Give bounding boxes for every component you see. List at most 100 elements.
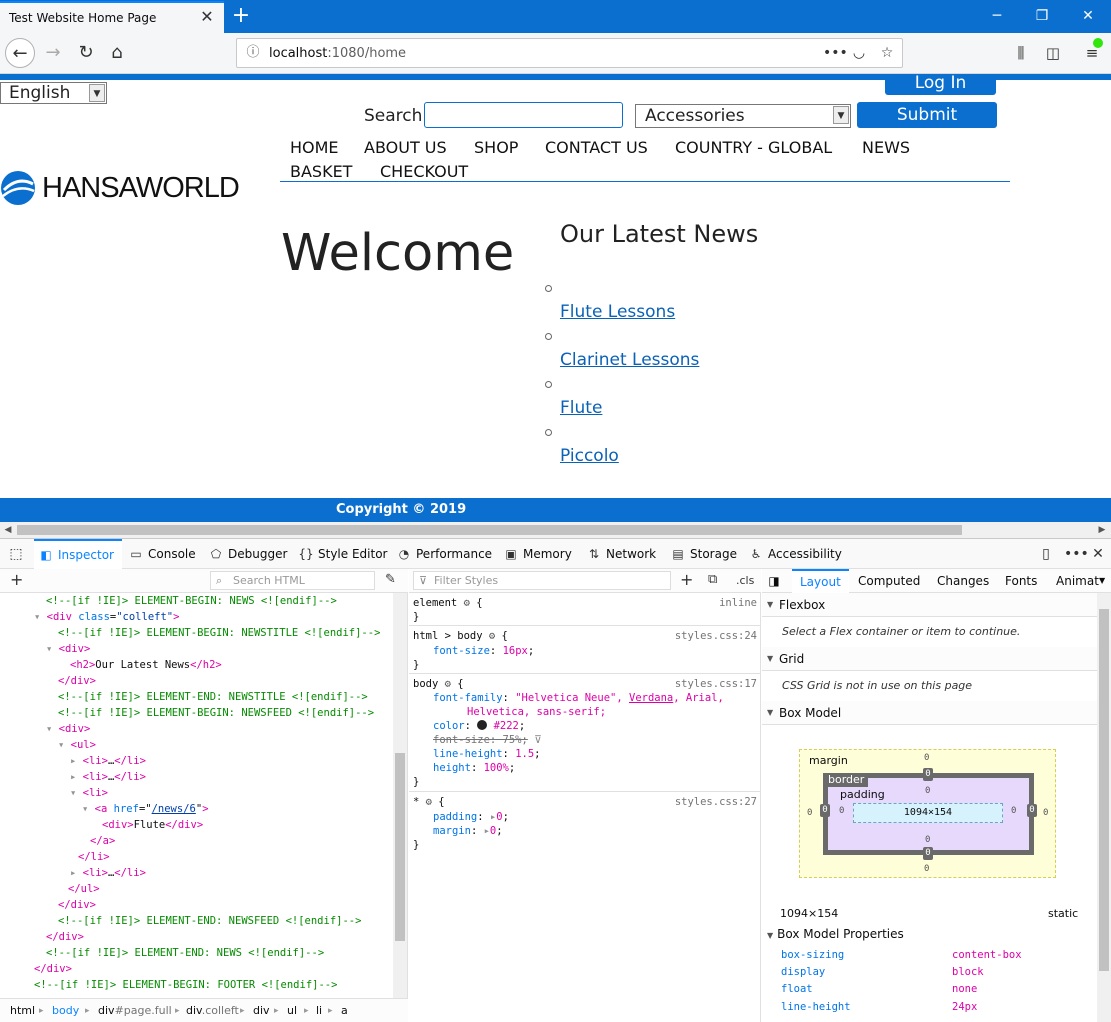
tab-animations[interactable]: Animat bbox=[1056, 569, 1099, 593]
breadcrumb-li[interactable]: li bbox=[316, 999, 322, 1022]
login-button[interactable]: Log In bbox=[885, 74, 996, 95]
layout-scrollbar[interactable] bbox=[1097, 593, 1111, 1022]
border-left-value[interactable]: 0 bbox=[820, 804, 830, 817]
markup-node[interactable]: </div> bbox=[46, 929, 84, 945]
border-bottom-value[interactable]: 0 bbox=[923, 847, 933, 860]
hansaworld-logo[interactable]: HANSAWORLD bbox=[0, 170, 260, 210]
rule-source-link[interactable]: styles.css:27 bbox=[675, 796, 757, 808]
bookmark-star-icon[interactable]: ☆ bbox=[878, 44, 896, 62]
markup-comment[interactable]: <!--[if !IE]> ELEMENT-END: NEWS <![endif… bbox=[46, 945, 324, 961]
category-select[interactable]: Accessories ▼ bbox=[635, 104, 851, 128]
toggle-sidebar-icon[interactable]: ◨ bbox=[762, 569, 786, 593]
declaration[interactable]: height: 100%; bbox=[433, 762, 515, 774]
forward-icon[interactable]: → bbox=[38, 38, 68, 68]
markup-comment[interactable]: <!--[if !IE]> ELEMENT-BEGIN: NEWSFEED <!… bbox=[58, 705, 374, 721]
reload-icon[interactable]: ↻ bbox=[71, 38, 101, 68]
tab-changes[interactable]: Changes bbox=[937, 569, 989, 593]
declaration[interactable]: font-family: "Helvetica Neue", Verdana, … bbox=[433, 692, 724, 704]
breadcrumb-ul[interactable]: ul bbox=[287, 999, 297, 1022]
nav-news[interactable]: NEWS bbox=[862, 138, 910, 157]
declaration[interactable]: font-size: 16px; bbox=[433, 645, 534, 657]
news-link-flute-lessons[interactable]: Flute Lessons bbox=[560, 302, 675, 322]
markup-node[interactable]: </div> bbox=[58, 897, 96, 913]
markup-comment[interactable]: <!--[if !IE]> ELEMENT-BEGIN: FOOTER <![e… bbox=[34, 977, 337, 993]
nav-checkout[interactable]: CHECKOUT bbox=[380, 162, 468, 181]
scrollbar-thumb[interactable] bbox=[17, 525, 962, 535]
scrollbar-thumb[interactable] bbox=[1099, 609, 1109, 971]
padding-right-value[interactable]: 0 bbox=[1011, 806, 1016, 816]
pocket-icon[interactable]: ◡ bbox=[850, 44, 868, 62]
markup-comment[interactable]: <!--[if !IE]> ELEMENT-END: NEWSFEED <![e… bbox=[58, 913, 361, 929]
nav-home[interactable]: HOME bbox=[290, 138, 339, 157]
markup-node[interactable]: </a> bbox=[90, 833, 115, 849]
breadcrumb-html[interactable]: html bbox=[10, 999, 35, 1022]
back-icon[interactable]: ← bbox=[5, 38, 35, 68]
page-actions-icon[interactable]: ••• bbox=[823, 44, 848, 62]
minimize-icon[interactable]: ─ bbox=[983, 4, 1011, 28]
markup-node[interactable]: ▾ <ul> bbox=[58, 737, 96, 753]
box-model-border[interactable]: border padding 0 0 0 0 0 0 0 0 1094×154 bbox=[820, 768, 1037, 860]
markup-node[interactable]: <h2>Our Latest News</h2> bbox=[70, 657, 222, 673]
tab-style-editor[interactable]: {} Style Editor bbox=[298, 539, 387, 569]
declaration-overridden[interactable]: font-size: 75%; ⊽ bbox=[433, 734, 542, 746]
add-rule-icon[interactable]: + bbox=[680, 570, 693, 589]
margin-left-value[interactable]: 0 bbox=[807, 808, 812, 818]
markup-node[interactable]: ▸ <li>…</li> bbox=[70, 865, 146, 881]
breadcrumb-body[interactable]: body bbox=[52, 999, 79, 1022]
markup-node[interactable]: ▾ <li> bbox=[70, 785, 108, 801]
nav-shop[interactable]: SHOP bbox=[474, 138, 518, 157]
gear-icon[interactable]: ⚙ bbox=[464, 597, 470, 609]
color-swatch[interactable] bbox=[477, 720, 488, 730]
grid-section-header[interactable]: ▼ Grid bbox=[762, 647, 1097, 671]
close-devtools-icon[interactable]: ✕ bbox=[1090, 546, 1106, 562]
url-bar[interactable]: ⓘ localhost:1080/home ••• ◡ ☆ bbox=[236, 38, 903, 68]
submit-button[interactable]: Submit bbox=[857, 102, 997, 128]
declaration[interactable]: color: #222; bbox=[433, 720, 525, 732]
breadcrumb-div-page[interactable]: div#page.full bbox=[98, 999, 172, 1022]
scroll-right-icon[interactable]: ▶ bbox=[1094, 522, 1110, 538]
boxmodel-section-header[interactable]: ▼ Box Model bbox=[762, 701, 1097, 725]
markup-node[interactable]: </li> bbox=[78, 849, 110, 865]
gear-icon[interactable]: ⚙ bbox=[489, 630, 495, 642]
nav-country[interactable]: COUNTRY - GLOBAL bbox=[675, 138, 832, 157]
markup-node[interactable]: ▾ <div class="colleft"> bbox=[34, 609, 179, 625]
scroll-left-icon[interactable]: ◀ bbox=[0, 522, 16, 538]
padding-left-value[interactable]: 0 bbox=[839, 806, 844, 816]
markup-comment[interactable]: <!--[if !IE]> ELEMENT-END: NEWSTITLE <![… bbox=[58, 689, 368, 705]
nav-contact-us[interactable]: CONTACT US bbox=[545, 138, 648, 157]
language-select[interactable]: English ▼ bbox=[0, 82, 107, 104]
cls-toggle[interactable]: .cls bbox=[736, 574, 754, 587]
markup-tree[interactable]: <!--[if !IE]> ELEMENT-BEGIN: NEWS <![end… bbox=[0, 593, 393, 998]
markup-node[interactable]: </div> bbox=[34, 961, 72, 977]
markup-node[interactable]: ▾ <a href="/news/6"> bbox=[82, 801, 209, 817]
breadcrumb-a[interactable]: a bbox=[341, 999, 348, 1022]
breadcrumb-div-colleft[interactable]: div.colleft bbox=[186, 999, 239, 1022]
tab-memory[interactable]: ▣ Memory bbox=[503, 539, 571, 569]
markup-comment[interactable]: <!--[if !IE]> ELEMENT-BEGIN: NEWSTITLE <… bbox=[58, 625, 380, 641]
attr-value[interactable]: /news/6 bbox=[152, 803, 196, 815]
markup-node[interactable]: ▸ <li>…</li> bbox=[70, 753, 146, 769]
search-html-input[interactable]: ⌕ Search HTML bbox=[210, 571, 375, 590]
news-link-flute[interactable]: Flute bbox=[560, 398, 602, 418]
toggle-pseudo-icon[interactable]: ⧉ bbox=[708, 572, 717, 587]
restore-icon[interactable]: ❐ bbox=[1028, 4, 1056, 28]
new-tab-icon[interactable]: + bbox=[229, 2, 253, 30]
tab-console[interactable]: ▭ Console bbox=[128, 539, 195, 569]
gear-icon[interactable]: ⚙ bbox=[426, 796, 432, 808]
declaration[interactable]: line-height: 1.5; bbox=[433, 748, 541, 760]
horizontal-scrollbar[interactable]: ◀ ▶ bbox=[0, 522, 1111, 538]
declaration[interactable]: margin: ▸0; bbox=[433, 825, 503, 837]
news-link-clarinet-lessons[interactable]: Clarinet Lessons bbox=[560, 350, 699, 370]
markup-scrollbar[interactable] bbox=[393, 593, 407, 998]
markup-node[interactable]: ▾ <div> bbox=[46, 721, 90, 737]
box-model-properties-header[interactable]: ▼ Box Model Properties bbox=[767, 927, 904, 941]
margin-bottom-value[interactable]: 0 bbox=[924, 864, 929, 874]
flexbox-section-header[interactable]: ▼ Flexbox bbox=[762, 593, 1097, 617]
search-input[interactable] bbox=[424, 102, 623, 128]
padding-bottom-value[interactable]: 0 bbox=[925, 835, 930, 845]
nav-basket[interactable]: BASKET bbox=[290, 162, 352, 181]
tab-computed[interactable]: Computed bbox=[858, 569, 920, 593]
tab-performance[interactable]: ◔ Performance bbox=[396, 539, 492, 569]
markup-node[interactable]: ▾ <div> bbox=[46, 641, 90, 657]
add-node-icon[interactable]: + bbox=[10, 570, 23, 589]
